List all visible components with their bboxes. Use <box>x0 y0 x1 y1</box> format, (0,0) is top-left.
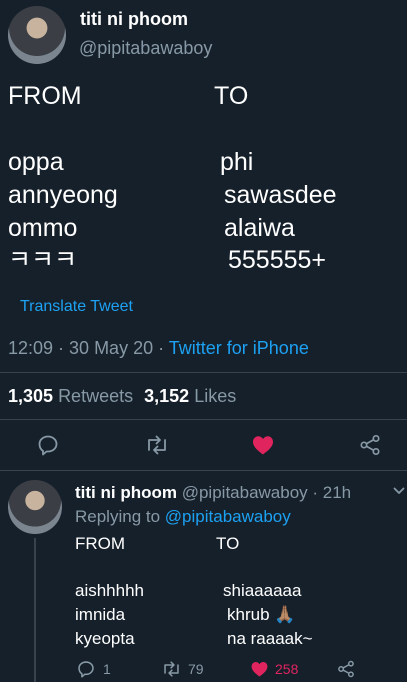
replying-handle-link[interactable]: @pipitabawaboy <box>165 507 291 526</box>
heart-icon[interactable] <box>251 434 275 456</box>
from-word: annyeong <box>8 181 118 209</box>
retweet-count: 79 <box>188 661 204 677</box>
likes-count: 3,152 <box>144 386 190 406</box>
reply-action-like[interactable]: 258 <box>250 660 298 678</box>
share-icon[interactable] <box>359 434 381 456</box>
timestamp: 12:09 · 30 May 20 · <box>8 338 165 358</box>
divider <box>0 419 407 420</box>
reply-from-word: aishhhhh <box>75 581 145 600</box>
replying-to: Replying to @pipitabawaboy <box>75 507 291 527</box>
reply-to-header: TO <box>216 534 240 553</box>
thread-line <box>34 538 36 682</box>
reply-to-word: na raaaak~ <box>227 629 313 648</box>
avatar[interactable] <box>8 6 66 64</box>
retweet-icon <box>161 660 182 678</box>
likes-label: Likes <box>194 386 237 406</box>
from-header: FROM <box>8 82 82 110</box>
tweet-metadata: 12:09 · 30 May 20 · Twitter for iPhone <box>8 338 309 359</box>
reply-display-name[interactable]: titi ni phoom <box>75 483 177 502</box>
divider <box>0 470 407 471</box>
from-word: oppa <box>8 148 64 176</box>
reply-icon <box>77 660 95 678</box>
from-word: ㅋㅋㅋ <box>8 246 78 274</box>
reply-count: 1 <box>103 661 111 677</box>
replying-prefix: Replying to <box>75 507 161 526</box>
from-word: ommo <box>8 214 78 242</box>
retweets-stat[interactable]: 1,305 Retweets <box>8 386 138 406</box>
user-handle[interactable]: @pipitabawaboy <box>79 38 212 59</box>
source-link[interactable]: Twitter for iPhone <box>169 338 309 358</box>
likes-stat[interactable]: 3,152 Likes <box>144 386 236 406</box>
reply-from-header: FROM <box>75 534 126 553</box>
reply-action-reply[interactable]: 1 <box>77 660 111 678</box>
retweet-icon[interactable] <box>144 434 170 456</box>
display-name[interactable]: titi ni phoom <box>80 9 188 30</box>
reply-header: titi ni phoom @pipitabawaboy · 21h <box>75 483 351 503</box>
to-header: TO <box>214 82 249 110</box>
reply-to-word: shiaaaaaa <box>223 581 302 600</box>
reply-icon[interactable] <box>37 434 59 456</box>
reply-action-retweet[interactable]: 79 <box>161 660 204 678</box>
translate-tweet-link[interactable]: Translate Tweet <box>20 298 133 316</box>
heart-icon <box>250 660 269 678</box>
to-word: alaiwa <box>224 214 295 242</box>
retweets-label: Retweets <box>58 386 134 406</box>
to-word: 555555+ <box>228 246 327 274</box>
to-word: phi <box>220 148 254 176</box>
retweets-count: 1,305 <box>8 386 54 406</box>
to-word: sawasdee <box>224 181 337 209</box>
divider <box>0 372 407 373</box>
engagement-stats: 1,305 Retweets 3,152 Likes <box>8 386 236 407</box>
like-count: 258 <box>275 661 299 677</box>
chevron-down-icon[interactable] <box>393 486 405 496</box>
reply-from-word: kyeopta <box>75 629 135 648</box>
share-icon[interactable] <box>337 660 355 678</box>
reply-from-word: imnida <box>75 605 126 624</box>
reply-to-word: khrub 🙏🏽 <box>227 605 296 624</box>
reply-handle-time[interactable]: @pipitabawaboy · 21h <box>182 483 351 502</box>
reply-avatar[interactable] <box>8 480 62 534</box>
